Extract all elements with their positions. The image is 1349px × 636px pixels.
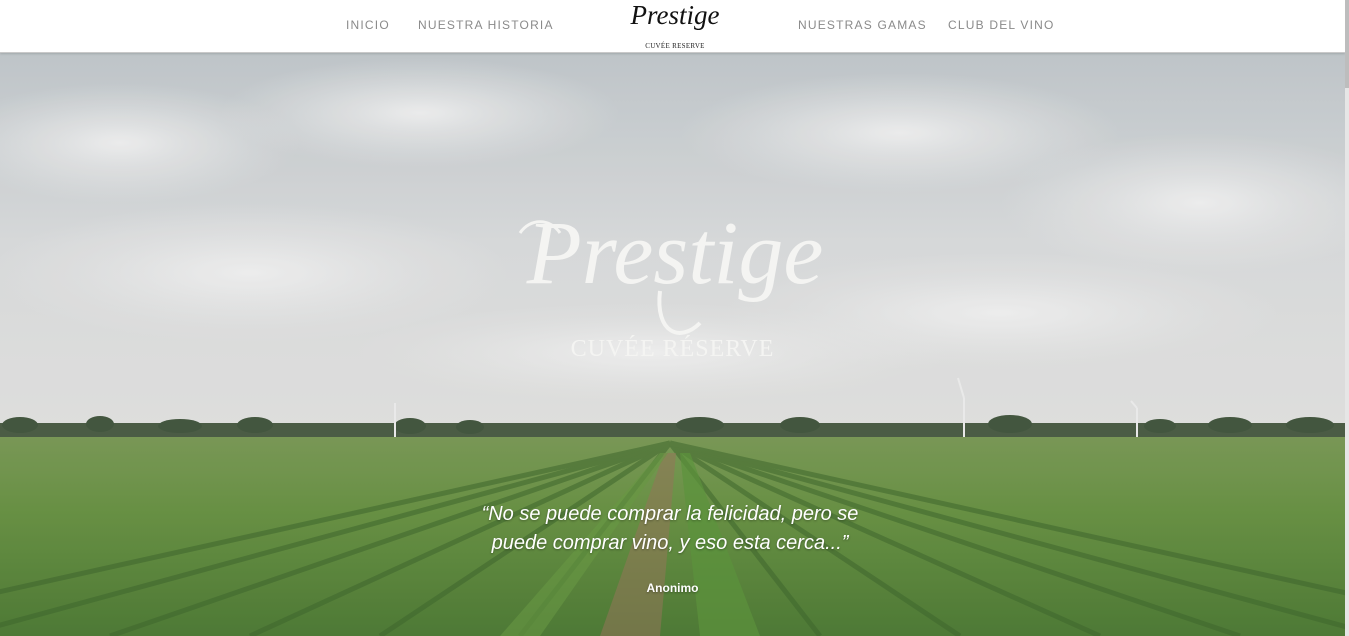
nav-logo-subtitle: CUVÉE RESERVE bbox=[645, 42, 705, 50]
nav-logo[interactable]: Prestige CUVÉE RESERVE bbox=[622, 0, 722, 52]
svg-text:Prestige: Prestige bbox=[526, 204, 824, 303]
nav-link-inicio[interactable]: INICIO bbox=[346, 18, 390, 32]
scrollbar-thumb[interactable] bbox=[1345, 0, 1349, 88]
hero-logo-subtitle: CUVÉE RÉSERVE bbox=[570, 336, 775, 362]
page: INICIO NUESTRA HISTORIA Prestige CUVÉE R… bbox=[0, 0, 1349, 636]
hero-quote-author: Anonimo bbox=[646, 581, 699, 595]
nav-link-nuestras-gamas[interactable]: NUESTRAS GAMAS bbox=[798, 18, 927, 32]
page-scrollbar[interactable] bbox=[1345, 0, 1349, 636]
nav-logo-script: Prestige bbox=[630, 0, 720, 30]
top-navbar: INICIO NUESTRA HISTORIA Prestige CUVÉE R… bbox=[0, 0, 1345, 53]
nav-link-nuestra-historia[interactable]: NUESTRA HISTORIA bbox=[418, 18, 554, 32]
nav-link-club-del-vino[interactable]: CLUB DEL VINO bbox=[948, 18, 1055, 32]
svg-text:Prestige: Prestige bbox=[630, 0, 720, 30]
hero-quote: “No se puede comprar la felicidad, pero … bbox=[481, 503, 859, 554]
hero-section: Prestige CUVÉE RÉSERVE “No se puede comp… bbox=[0, 53, 1345, 636]
